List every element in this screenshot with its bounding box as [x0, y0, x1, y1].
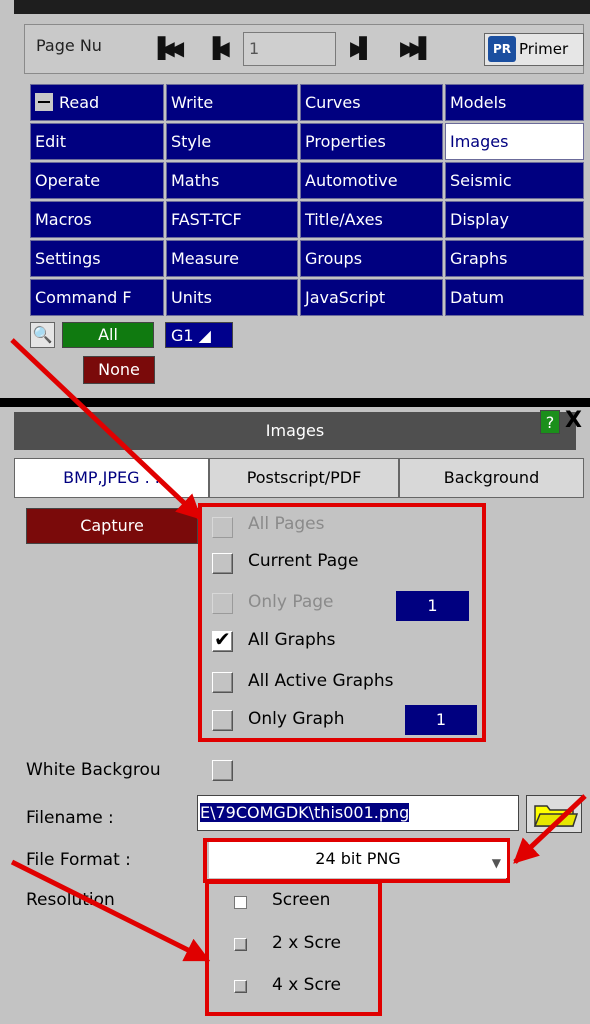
annotation-arrows	[10, 338, 587, 963]
arrow-to-file-format	[513, 794, 587, 864]
arrow-to-resolution	[10, 859, 211, 963]
arrow-to-capture-options	[10, 338, 202, 520]
